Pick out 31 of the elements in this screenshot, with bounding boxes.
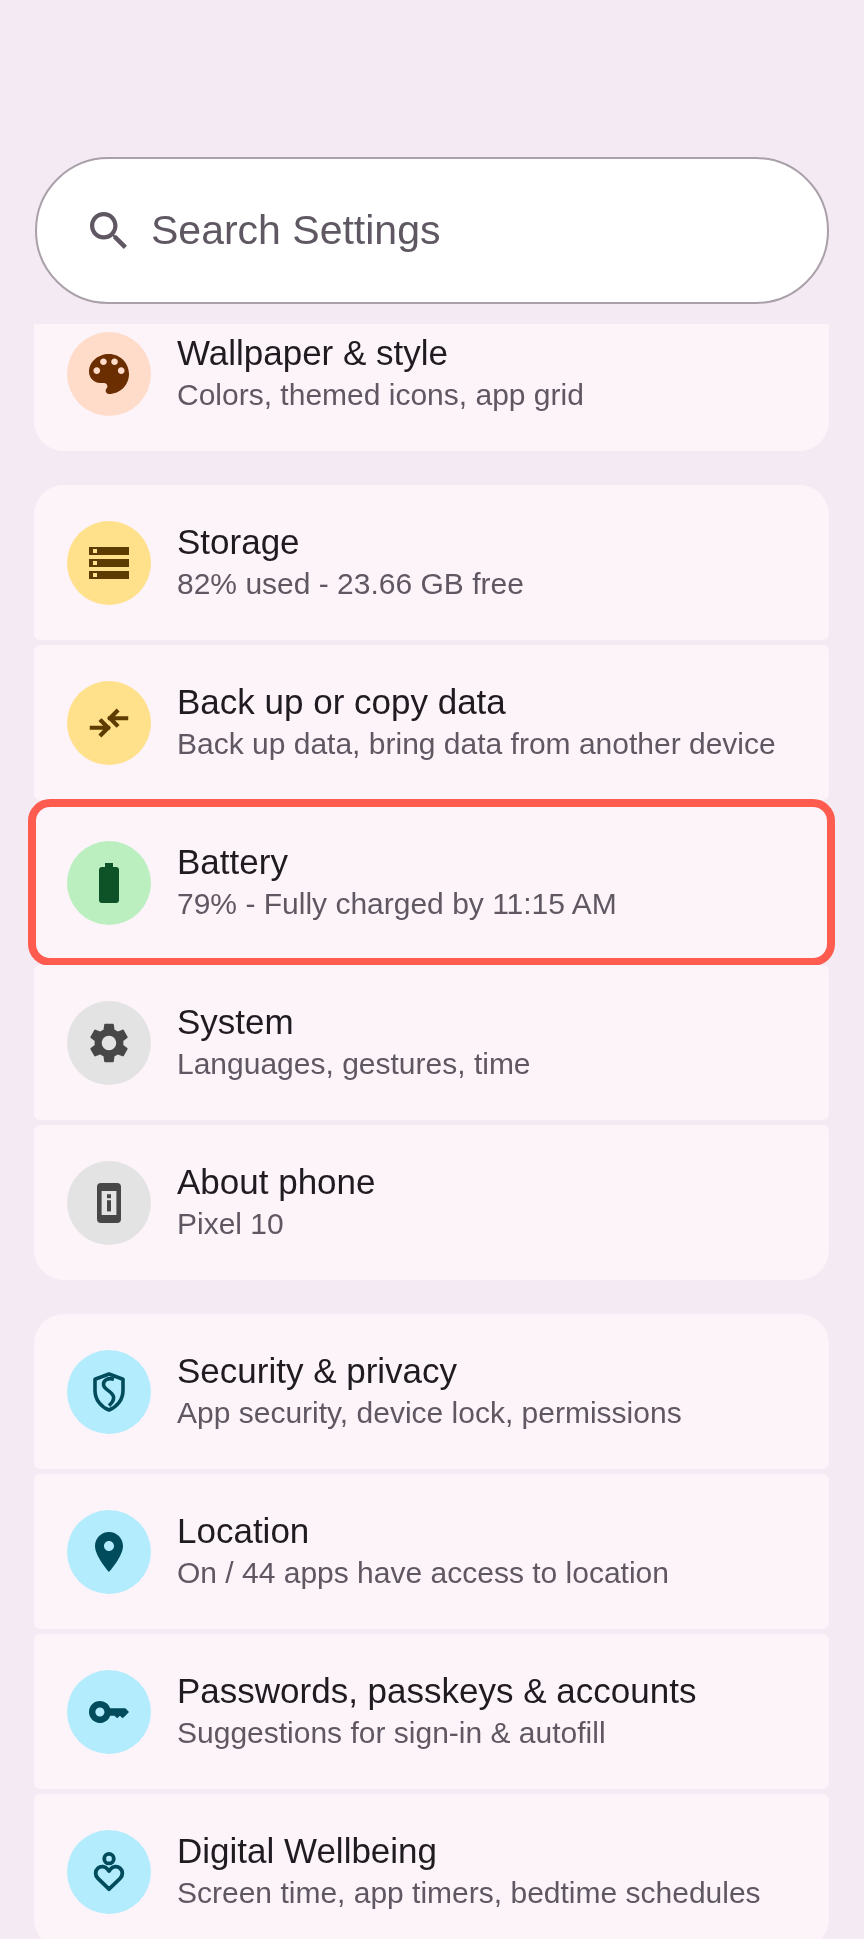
item-summary: Languages, gestures, time — [177, 1045, 531, 1082]
search-icon — [90, 212, 127, 249]
item-title: System — [177, 1000, 295, 1043]
item-title: Battery — [177, 840, 289, 883]
settings-item[interactable]: Location On / 44 apps have access to location — [34, 1474, 829, 1629]
settings-item[interactable]: Digital Wellbeing Screen time, app timers, bedtime schedules — [34, 1794, 829, 1939]
item-summary: On / 44 apps have access to location — [177, 1554, 669, 1591]
item-title: Wallpaper & style — [177, 331, 450, 374]
item-title: Digital Wellbeing — [177, 1829, 439, 1872]
item-summary: App security, device lock, permissions — [177, 1394, 682, 1431]
settings-item[interactable]: Storage 82% used - 23.66 GB free — [34, 485, 829, 640]
item-summary: 79% - Fully charged by 11:15 AM — [177, 885, 617, 922]
settings-item[interactable]: Wallpaper & style Colors, themed icons, app grid — [34, 324, 829, 451]
item-title: Back up or copy data — [177, 680, 507, 723]
item-summary: Suggestions for sign-in & autofill — [177, 1714, 607, 1751]
settings-item[interactable]: Security & privacy App security, device lock, permissions — [34, 1314, 829, 1469]
item-title: Location — [177, 1509, 311, 1552]
search-field[interactable]: Search Settings — [35, 157, 829, 304]
item-title: Storage — [177, 520, 301, 563]
settings-item[interactable]: Passwords, passkeys & accounts Suggestions for sign-in & autofill — [34, 1634, 829, 1789]
item-title: Security & privacy — [177, 1349, 459, 1392]
item-title: Passwords, passkeys & accounts — [177, 1669, 697, 1712]
settings-item[interactable]: System Languages, gestures, time — [34, 965, 829, 1120]
item-title: About phone — [177, 1160, 376, 1203]
settings-item[interactable]: About phone Pixel 10 — [34, 1125, 829, 1280]
item-summary: Pixel 10 — [177, 1205, 285, 1242]
settings-item[interactable]: Back up or copy data Back up data, bring data from another device — [34, 645, 829, 800]
item-summary: Back up data, bring data from another device — [177, 725, 776, 762]
item-summary: Colors, themed icons, app grid — [177, 376, 584, 413]
item-summary: Screen time, app timers, bedtime schedules — [177, 1874, 761, 1911]
item-summary: 82% used - 23.66 GB free — [177, 565, 524, 602]
